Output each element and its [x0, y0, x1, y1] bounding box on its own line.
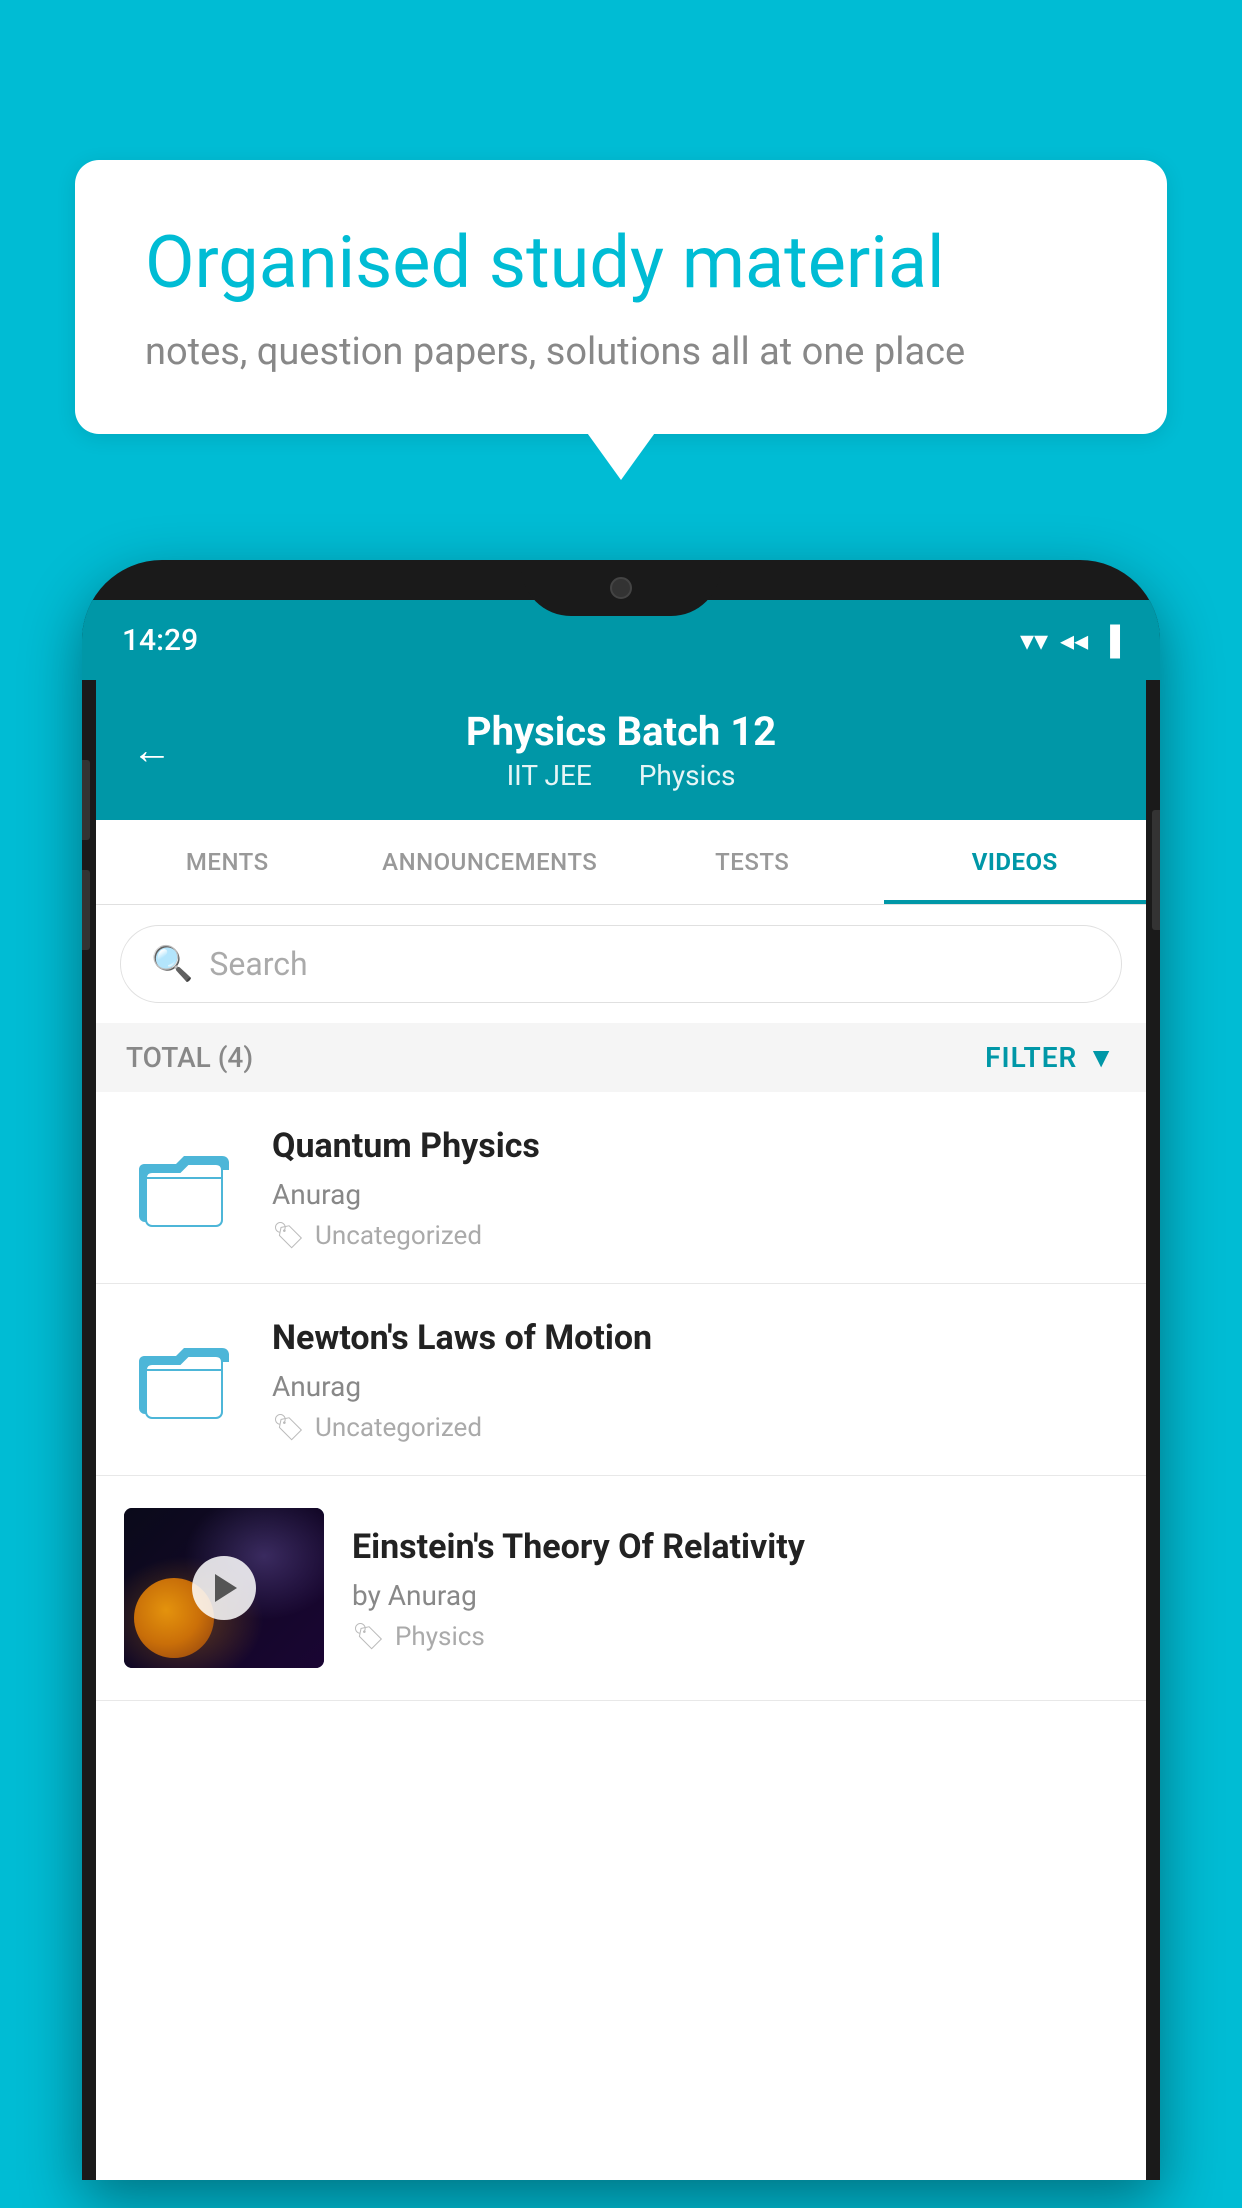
video-tag-2: 🏷 Uncategorized [272, 1413, 1118, 1443]
camera-dot [610, 577, 632, 599]
speech-bubble: Organised study material notes, question… [75, 160, 1167, 434]
video-author-3: by Anurag [352, 1579, 1118, 1612]
video-tag-label-2: Uncategorized [315, 1413, 482, 1443]
phone-wrapper: 14:29 ▾▾ ◂◂ ▐ ← Physics Batch 12 IIT JEE… [82, 560, 1160, 2208]
signal-icon: ◂◂ [1060, 624, 1088, 657]
app-header: ← Physics Batch 12 IIT JEE Physics [96, 680, 1146, 820]
status-time: 14:29 [122, 623, 198, 658]
folder-icon-1 [134, 1134, 234, 1234]
wifi-icon: ▾▾ [1020, 624, 1048, 657]
subtitle-physics: Physics [639, 759, 736, 792]
video-list: Quantum Physics Anurag 🏷 Uncategorized [96, 1092, 1146, 1701]
header-subtitle: IIT JEE Physics [136, 759, 1106, 792]
video-title-1: Quantum Physics [272, 1124, 1118, 1168]
phone-notch [521, 560, 721, 616]
speech-bubble-title: Organised study material [145, 220, 1097, 306]
folder-icon-2 [134, 1326, 234, 1426]
video-title-3: Einstein's Theory Of Relativity [352, 1525, 1118, 1569]
volume-down-button [82, 870, 90, 950]
back-button[interactable]: ← [132, 727, 172, 774]
video-tag-label-3: Physics [395, 1622, 485, 1652]
tab-ments[interactable]: MENTS [96, 820, 359, 904]
phone-outer: 14:29 ▾▾ ◂◂ ▐ ← Physics Batch 12 IIT JEE… [82, 560, 1160, 2180]
play-triangle-icon [215, 1574, 237, 1602]
subtitle-iitjee: IIT JEE [507, 759, 592, 792]
video-tag-1: 🏷 Uncategorized [272, 1221, 1118, 1251]
folder-thumbnail-1 [124, 1124, 244, 1244]
filter-bar: TOTAL (4) FILTER ▼ [96, 1023, 1146, 1092]
tab-announcements[interactable]: ANNOUNCEMENTS [359, 820, 622, 904]
video-info-2: Newton's Laws of Motion Anurag 🏷 Uncateg… [272, 1316, 1118, 1443]
tag-icon-3: 🏷 [352, 1622, 385, 1652]
speech-bubble-container: Organised study material notes, question… [75, 160, 1167, 434]
video-title-2: Newton's Laws of Motion [272, 1316, 1118, 1360]
power-button [1152, 810, 1160, 930]
total-count: TOTAL (4) [126, 1041, 253, 1074]
search-icon: 🔍 [151, 944, 193, 984]
phone-screen: ← Physics Batch 12 IIT JEE Physics MENTS… [96, 680, 1146, 2180]
list-item[interactable]: Einstein's Theory Of Relativity by Anura… [96, 1476, 1146, 1701]
status-icons: ▾▾ ◂◂ ▐ [1020, 624, 1120, 657]
list-item[interactable]: Newton's Laws of Motion Anurag 🏷 Uncateg… [96, 1284, 1146, 1476]
header-title: Physics Batch 12 [136, 708, 1106, 755]
search-container: 🔍 Search [96, 905, 1146, 1023]
video-info-3: Einstein's Theory Of Relativity by Anura… [352, 1525, 1118, 1652]
tag-icon-2: 🏷 [272, 1413, 305, 1443]
filter-label: FILTER [985, 1041, 1077, 1074]
video-info-1: Quantum Physics Anurag 🏷 Uncategorized [272, 1124, 1118, 1251]
battery-icon: ▐ [1100, 624, 1120, 657]
search-placeholder: Search [209, 945, 307, 983]
video-author-2: Anurag [272, 1370, 1118, 1403]
volume-up-button [82, 760, 90, 840]
play-button-3[interactable] [192, 1556, 256, 1620]
filter-button[interactable]: FILTER ▼ [985, 1041, 1116, 1074]
folder-thumbnail-2 [124, 1316, 244, 1436]
list-item[interactable]: Quantum Physics Anurag 🏷 Uncategorized [96, 1092, 1146, 1284]
tabs-container: MENTS ANNOUNCEMENTS TESTS VIDEOS [96, 820, 1146, 905]
video-tag-label-1: Uncategorized [315, 1221, 482, 1251]
tab-tests[interactable]: TESTS [621, 820, 884, 904]
tag-icon-1: 🏷 [272, 1221, 305, 1251]
search-bar[interactable]: 🔍 Search [120, 925, 1122, 1003]
video-tag-3: 🏷 Physics [352, 1622, 1118, 1652]
video-author-1: Anurag [272, 1178, 1118, 1211]
video-thumb-3 [124, 1508, 324, 1668]
tab-videos[interactable]: VIDEOS [884, 820, 1147, 904]
filter-icon: ▼ [1087, 1041, 1116, 1074]
speech-bubble-subtitle: notes, question papers, solutions all at… [145, 330, 1097, 374]
